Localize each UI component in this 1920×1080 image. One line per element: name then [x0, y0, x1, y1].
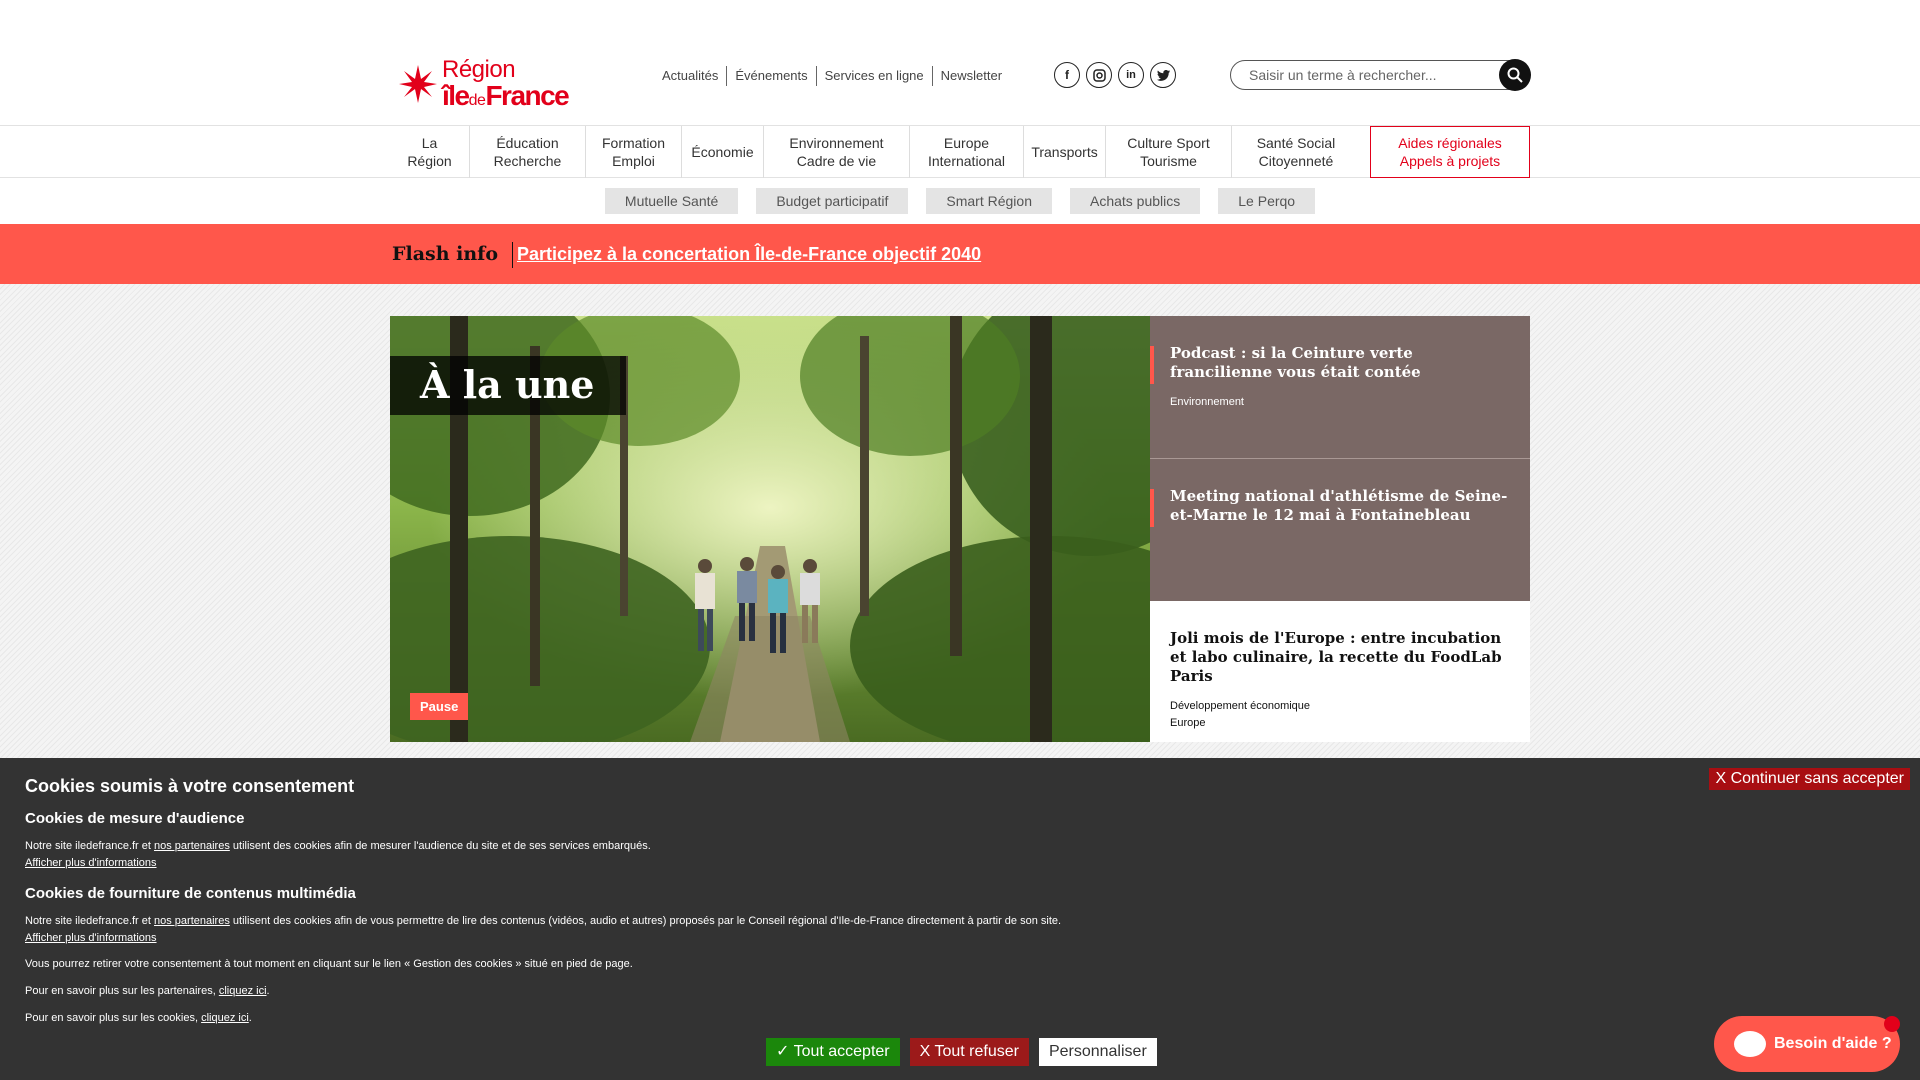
- cookie-consent-banner: Cookies soumis à votre consentement X Co…: [0, 758, 1920, 1080]
- subnav-achats-publics[interactable]: Achats publics: [1069, 188, 1201, 214]
- refuse-all-button[interactable]: X Tout refuser: [909, 1038, 1029, 1066]
- partners-more-text: Pour en savoir plus sur les partenaires,…: [25, 985, 270, 997]
- nav-sante-social-citoyennete[interactable]: Santé Social Citoyenneté: [1232, 126, 1360, 178]
- continue-without-accepting-button[interactable]: X Continuer sans accepter: [1709, 768, 1910, 790]
- flash-info-bar: Flash info Participez à la concertation …: [0, 224, 1920, 284]
- news-title: Meeting national d'athlétisme de Seine-e…: [1170, 487, 1508, 524]
- accent-bar: [1150, 346, 1154, 384]
- accept-all-button[interactable]: ✓ Tout accepter: [766, 1038, 900, 1066]
- hero-tag[interactable]: Pause: [410, 693, 469, 720]
- partners-link[interactable]: nos partenaires: [154, 915, 230, 927]
- twitter-icon[interactable]: [1150, 62, 1176, 88]
- logo-line2: îledeFrance: [442, 80, 570, 111]
- news-category: Développement économique Europe: [1170, 700, 1311, 729]
- click-here-link[interactable]: cliquez ici: [219, 985, 267, 997]
- nav-education-recherche[interactable]: Éducation Recherche: [470, 126, 586, 178]
- cookie-buttons: ✓ Tout accepter X Tout refuser Personnal…: [766, 1038, 1157, 1066]
- nav-economie[interactable]: Économie: [682, 126, 764, 178]
- instagram-icon[interactable]: [1086, 62, 1112, 88]
- nav-culture-sport-tourisme[interactable]: Culture Sport Tourisme: [1106, 126, 1232, 178]
- news-title: Podcast : si la Ceinture verte francilie…: [1170, 344, 1421, 381]
- cookie-title: Cookies soumis à votre consentement: [25, 776, 355, 796]
- link-actualites[interactable]: Actualités: [654, 66, 726, 86]
- news-list: Podcast : si la Ceinture verte francilie…: [1150, 316, 1530, 742]
- site-header: Région îledeFrance Actualités Événements…: [0, 0, 1920, 126]
- content-area: À la une Pause Podcast : si la Ceinture …: [0, 284, 1920, 760]
- link-evenements[interactable]: Événements: [726, 66, 815, 86]
- customize-button[interactable]: Personnaliser: [1038, 1038, 1157, 1066]
- click-here-link[interactable]: cliquez ici: [201, 1012, 249, 1024]
- audience-title: Cookies de mesure d'audience: [25, 810, 245, 827]
- audience-more-info-link[interactable]: Afficher plus d'informations: [25, 857, 157, 869]
- nav-europe-international[interactable]: Europe International: [910, 126, 1024, 178]
- flash-info-link[interactable]: Participez à la concertation Île-de-Fran…: [517, 244, 981, 265]
- media-title: Cookies de fourniture de contenus multim…: [25, 885, 356, 902]
- media-more-info-link[interactable]: Afficher plus d'informations: [25, 932, 157, 944]
- logo-line1: Région: [442, 56, 516, 83]
- help-chat-button[interactable]: Besoin d'aide ?: [1714, 1016, 1900, 1072]
- nav-aides-regionales[interactable]: Aides régionales Appels à projets: [1370, 126, 1530, 178]
- search-button[interactable]: [1499, 59, 1531, 91]
- site-logo[interactable]: Région îledeFrance: [398, 56, 570, 111]
- chat-bubble-icon: [1734, 1031, 1766, 1057]
- news-title: Joli mois de l'Europe : entre incubation…: [1170, 629, 1502, 685]
- news-item[interactable]: Joli mois de l'Europe : entre incubation…: [1150, 601, 1530, 742]
- link-services-en-ligne[interactable]: Services en ligne: [815, 66, 932, 86]
- nav-transports[interactable]: Transports: [1024, 126, 1106, 178]
- social-links: f in: [1054, 62, 1176, 88]
- news-item[interactable]: Podcast : si la Ceinture verte francilie…: [1150, 316, 1530, 458]
- search-icon: [1507, 67, 1523, 83]
- nav-formation-emploi[interactable]: Formation Emploi: [586, 126, 682, 178]
- subnav-budget-participatif[interactable]: Budget participatif: [756, 188, 909, 214]
- subnav-smart-region[interactable]: Smart Région: [926, 188, 1052, 214]
- accent-bar: [1150, 489, 1154, 527]
- partners-link[interactable]: nos partenaires: [154, 840, 230, 852]
- withdraw-text: Vous pourrez retirer votre consentement …: [25, 958, 633, 970]
- news-category: Environnement: [1170, 396, 1244, 408]
- audience-text: Notre site iledefrance.fr et nos partena…: [25, 840, 651, 852]
- link-newsletter[interactable]: Newsletter: [931, 66, 1010, 86]
- flash-info-label: Flash info: [392, 242, 514, 268]
- star-logo-icon: [399, 65, 437, 103]
- top-links: Actualités Événements Services en ligne …: [654, 66, 1010, 86]
- nav-environnement-cadre-de-vie[interactable]: Environnement Cadre de vie: [764, 126, 910, 178]
- sub-navigation: Mutuelle Santé Budget participatif Smart…: [0, 178, 1920, 224]
- nav-la-region[interactable]: La Région: [390, 126, 470, 178]
- notification-dot: [1884, 1016, 1900, 1032]
- hero-title: À la une: [390, 356, 627, 415]
- help-label: Besoin d'aide ?: [1774, 1035, 1892, 1052]
- search-box: [1230, 59, 1531, 91]
- linkedin-icon[interactable]: in: [1118, 62, 1144, 88]
- subnav-le-perqo[interactable]: Le Perqo: [1218, 188, 1316, 214]
- media-text: Notre site iledefrance.fr et nos partena…: [25, 915, 1062, 927]
- cookies-more-text: Pour en savoir plus sur les cookies, cli…: [25, 1012, 252, 1024]
- search-input[interactable]: [1249, 67, 1489, 83]
- subnav-mutuelle-sante[interactable]: Mutuelle Santé: [604, 188, 739, 214]
- main-navigation: La Région Éducation Recherche Formation Em…: [0, 126, 1920, 178]
- hero-feature[interactable]: À la une Pause: [390, 316, 1150, 742]
- news-item[interactable]: Meeting national d'athlétisme de Seine-e…: [1150, 459, 1530, 601]
- facebook-icon[interactable]: f: [1054, 62, 1080, 88]
